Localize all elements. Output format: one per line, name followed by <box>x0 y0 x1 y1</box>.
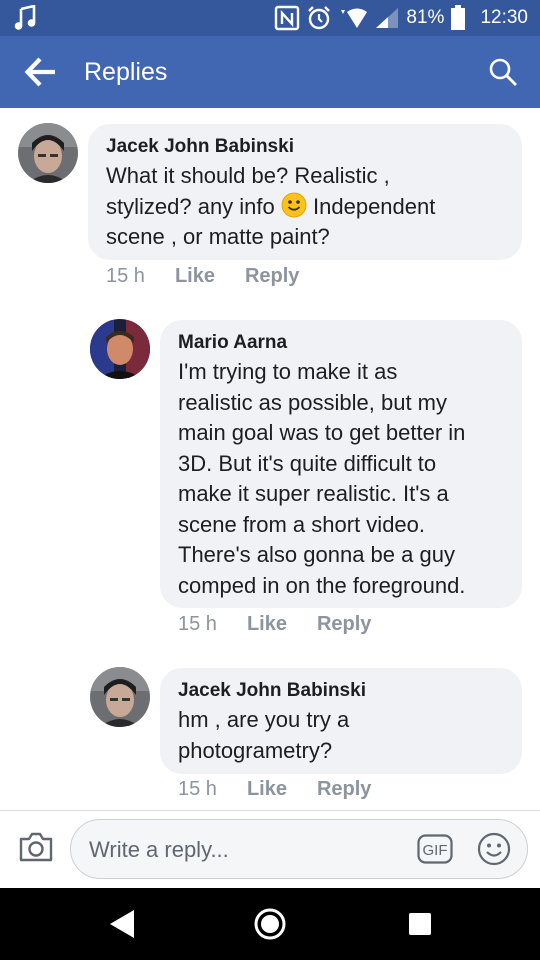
comment-author[interactable]: Jacek John Babinski <box>178 678 504 704</box>
back-triangle-icon[interactable] <box>104 906 140 942</box>
reply-composer: GIF <box>0 810 540 889</box>
reply-button[interactable]: Reply <box>317 778 371 801</box>
timestamp: 15 h <box>106 265 145 287</box>
nfc-icon <box>275 5 300 31</box>
signal-icon <box>376 8 399 28</box>
comment-bubble: Jacek John Babinski What it should be? R… <box>88 124 522 260</box>
avatar[interactable] <box>18 123 78 183</box>
smiley-emoji-icon <box>281 192 307 217</box>
home-circle-icon[interactable] <box>252 906 288 942</box>
comment-meta: 15 h Like Reply <box>178 778 371 801</box>
avatar[interactable] <box>90 667 150 727</box>
comment-bubble: Jacek John Babinski hm , are you try a p… <box>160 668 522 774</box>
alarm-icon <box>308 6 331 30</box>
music-icon <box>14 5 36 30</box>
page-title: Replies <box>84 58 168 86</box>
avatar[interactable] <box>90 319 150 379</box>
comment-author[interactable]: Mario Aarna <box>178 330 504 356</box>
recents-square-icon[interactable] <box>402 906 438 942</box>
arrow-left-icon[interactable] <box>24 56 58 88</box>
comment-text: I'm trying to make it as realistic as po… <box>178 359 466 598</box>
wifi-icon <box>341 8 368 28</box>
smiley-icon[interactable] <box>477 832 511 866</box>
comment-meta: 15 h Like Reply <box>178 613 371 636</box>
comment-bubble: Mario Aarna I'm trying to make it as rea… <box>160 320 522 608</box>
comment-meta: 15 h Like Reply <box>106 265 299 288</box>
timestamp: 15 h <box>178 613 217 635</box>
reply-button[interactable]: Reply <box>317 613 371 636</box>
gif-icon[interactable]: GIF <box>417 834 453 864</box>
comment-text: What it should be? Realistic , stylized?… <box>106 163 436 249</box>
reply-input-container[interactable]: GIF <box>70 819 528 879</box>
like-button[interactable]: Like <box>247 778 287 801</box>
gif-label: GIF <box>423 842 448 859</box>
battery-percent: 81% <box>406 7 445 28</box>
search-icon[interactable] <box>488 57 518 87</box>
timestamp: 15 h <box>178 778 217 800</box>
status-bar: 81% 12:30 <box>0 0 540 36</box>
like-button[interactable]: Like <box>175 265 215 288</box>
android-nav-bar <box>0 888 540 960</box>
camera-icon[interactable] <box>18 831 54 863</box>
clock: 12:30 <box>480 7 528 28</box>
comment-text: hm , are you try a photogrametry? <box>178 707 350 763</box>
battery-icon <box>451 5 466 30</box>
app-header: Replies <box>0 36 540 108</box>
reply-button[interactable]: Reply <box>245 265 299 288</box>
like-button[interactable]: Like <box>247 613 287 636</box>
reply-input[interactable] <box>87 834 411 866</box>
comment-author[interactable]: Jacek John Babinski <box>106 134 504 160</box>
